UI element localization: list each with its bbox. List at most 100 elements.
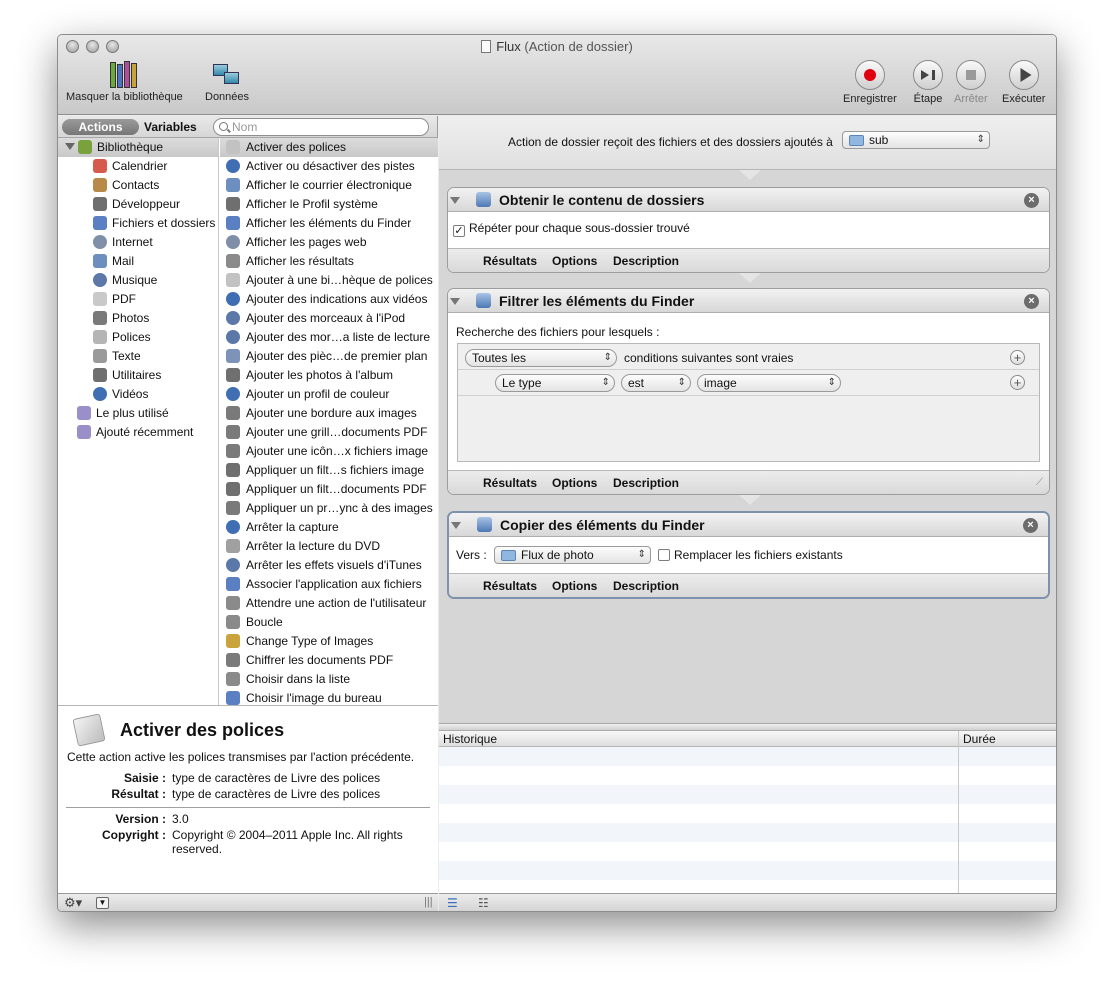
data-button[interactable]: Données xyxy=(205,60,249,103)
list-item[interactable]: Associer l'application aux fichiers xyxy=(220,575,438,594)
description-button[interactable]: Description xyxy=(613,579,679,593)
list-item[interactable]: Appliquer un filt…s fichiers image xyxy=(220,461,438,480)
history-column-header[interactable]: Historique xyxy=(443,732,497,746)
sidebar-item-most-used[interactable]: Le plus utilisé xyxy=(58,404,218,423)
keynote-icon xyxy=(226,349,240,363)
sidebar-item-text[interactable]: Texte xyxy=(58,347,218,366)
hide-library-button[interactable]: Masquer la bibliothèque xyxy=(66,60,183,103)
replace-files-checkbox[interactable] xyxy=(658,549,670,561)
list-item[interactable]: Activer ou désactiver des pistes xyxy=(220,157,438,176)
disclosure-triangle-icon[interactable] xyxy=(451,522,461,529)
sidebar-item-mail[interactable]: Mail xyxy=(58,252,218,271)
match-text: conditions suivantes sont vraies xyxy=(624,351,794,365)
sidebar-item-videos[interactable]: Vidéos xyxy=(58,385,218,404)
add-condition-icon[interactable]: + xyxy=(1010,350,1025,365)
disclosure-triangle-icon[interactable] xyxy=(450,298,460,305)
match-popup[interactable]: Toutes les xyxy=(465,349,617,367)
list-item[interactable]: Ajouter des indications aux vidéos xyxy=(220,290,438,309)
add-criterion-icon[interactable]: + xyxy=(1010,375,1025,390)
sidebar-item-utilities[interactable]: Utilitaires xyxy=(58,366,218,385)
description-button[interactable]: Description xyxy=(613,254,679,268)
list-item[interactable]: Afficher le courrier électronique xyxy=(220,176,438,195)
duration-column-header[interactable]: Durée xyxy=(963,732,996,746)
itunes-icon xyxy=(226,558,240,572)
list-item[interactable]: Arrêter la capture xyxy=(220,518,438,537)
repeat-subfolders-option[interactable]: ✓ Répéter pour chaque sous-dossier trouvé xyxy=(453,221,690,237)
list-item[interactable]: Arrêter la lecture du DVD xyxy=(220,537,438,556)
sidebar-item-photos[interactable]: Photos xyxy=(58,309,218,328)
record-button[interactable]: Enregistrer xyxy=(843,60,897,105)
split-handle-icon[interactable]: ||| xyxy=(424,896,433,908)
list-item[interactable]: Choisir l'image du bureau xyxy=(220,689,438,705)
list-item[interactable]: Ajouter une icôn…x fichiers image xyxy=(220,442,438,461)
log-splitter[interactable] xyxy=(439,723,1056,731)
list-item[interactable]: Appliquer un filt…documents PDF xyxy=(220,480,438,499)
sidebar-item-developer[interactable]: Développeur xyxy=(58,195,218,214)
criteria-box: Toutes les conditions suivantes sont vra… xyxy=(457,343,1040,462)
list-item[interactable]: Arrêter les effets visuels d'iTunes xyxy=(220,556,438,575)
step-button[interactable]: Étape xyxy=(913,60,943,105)
criterion-value-popup[interactable]: image xyxy=(697,374,841,392)
finder-icon xyxy=(476,293,491,308)
list-item[interactable]: Ajouter des pièc…de premier plan xyxy=(220,347,438,366)
options-button[interactable]: Options xyxy=(552,579,597,593)
search-input[interactable]: Nom xyxy=(213,118,429,136)
sidebar-item-pdf[interactable]: PDF xyxy=(58,290,218,309)
list-item[interactable]: Ajouter un profil de couleur xyxy=(220,385,438,404)
sidebar-item-music[interactable]: Musique xyxy=(58,271,218,290)
list-item[interactable]: Ajouter une grill…documents PDF xyxy=(220,423,438,442)
stop-button[interactable]: Arrêter xyxy=(954,60,988,105)
list-view-icon[interactable]: ☰ xyxy=(447,896,458,910)
list-item[interactable]: Afficher le Profil système xyxy=(220,195,438,214)
close-icon[interactable]: × xyxy=(1023,518,1038,533)
description-button[interactable]: Description xyxy=(613,476,679,490)
list-item[interactable]: Activer des polices xyxy=(220,138,438,157)
resize-grip-icon[interactable]: ⟋ xyxy=(1036,477,1043,488)
repeat-subfolders-checkbox[interactable]: ✓ xyxy=(453,225,465,237)
close-icon[interactable]: × xyxy=(1024,193,1039,208)
options-button[interactable]: Options xyxy=(552,476,597,490)
destination-folder-popup[interactable]: Flux de photo xyxy=(494,546,651,564)
sidebar-item-files-folders[interactable]: Fichiers et dossiers xyxy=(58,214,218,233)
disclosure-triangle-icon[interactable] xyxy=(65,143,75,150)
list-item[interactable]: Ajouter à une bi…hèque de polices xyxy=(220,271,438,290)
tab-actions[interactable]: Actions xyxy=(62,119,139,135)
sidebar-item-contacts[interactable]: Contacts xyxy=(58,176,218,195)
font-book-icon xyxy=(226,273,240,287)
tab-variables[interactable]: Variables xyxy=(144,119,197,135)
options-button[interactable]: Options xyxy=(552,254,597,268)
receives-folder-popup[interactable]: sub xyxy=(842,131,990,149)
sidebar-item-internet[interactable]: Internet xyxy=(58,233,218,252)
run-button[interactable]: Exécuter xyxy=(1002,60,1045,105)
results-button[interactable]: Résultats xyxy=(483,476,537,490)
disclosure-triangle-icon[interactable] xyxy=(450,197,460,204)
results-button[interactable]: Résultats xyxy=(483,579,537,593)
sidebar-item-calendar[interactable]: Calendrier xyxy=(58,157,218,176)
list-item[interactable]: Ajouter les photos à l'album xyxy=(220,366,438,385)
info-toggle-icon[interactable]: ▼ xyxy=(96,897,109,909)
list-item[interactable]: Ajouter une bordure aux images xyxy=(220,404,438,423)
list-item[interactable]: Ajouter des mor…a liste de lecture xyxy=(220,328,438,347)
list-item[interactable]: Boucle xyxy=(220,613,438,632)
list-item[interactable]: Attendre une action de l'utilisateur xyxy=(220,594,438,613)
workflow-view-icon[interactable]: ☷ xyxy=(478,896,489,910)
criterion-operator-popup[interactable]: est xyxy=(621,374,691,392)
list-item[interactable]: Choisir dans la liste xyxy=(220,670,438,689)
list-item[interactable]: Afficher les résultats xyxy=(220,252,438,271)
gear-icon[interactable]: ⚙▾ xyxy=(64,895,82,911)
results-button[interactable]: Résultats xyxy=(483,254,537,268)
sidebar-item-fonts[interactable]: Polices xyxy=(58,328,218,347)
list-item[interactable]: Ajouter des morceaux à l'iPod xyxy=(220,309,438,328)
list-item[interactable]: Change Type of Images xyxy=(220,632,438,651)
close-icon[interactable]: × xyxy=(1024,294,1039,309)
sidebar-item-recently-added[interactable]: Ajouté récemment xyxy=(58,423,218,442)
action-info-panel: Activer des polices Cette action active … xyxy=(58,705,438,893)
replace-files-option[interactable]: Remplacer les fichiers existants xyxy=(658,548,843,562)
itunes-icon xyxy=(226,330,240,344)
list-item[interactable]: Appliquer un pr…ync à des images xyxy=(220,499,438,518)
criterion-field-popup[interactable]: Le type xyxy=(495,374,615,392)
list-item[interactable]: Chiffrer les documents PDF xyxy=(220,651,438,670)
list-item[interactable]: Afficher les pages web xyxy=(220,233,438,252)
list-item[interactable]: Afficher les éléments du Finder xyxy=(220,214,438,233)
sidebar-item-library[interactable]: Bibliothèque xyxy=(58,138,218,157)
